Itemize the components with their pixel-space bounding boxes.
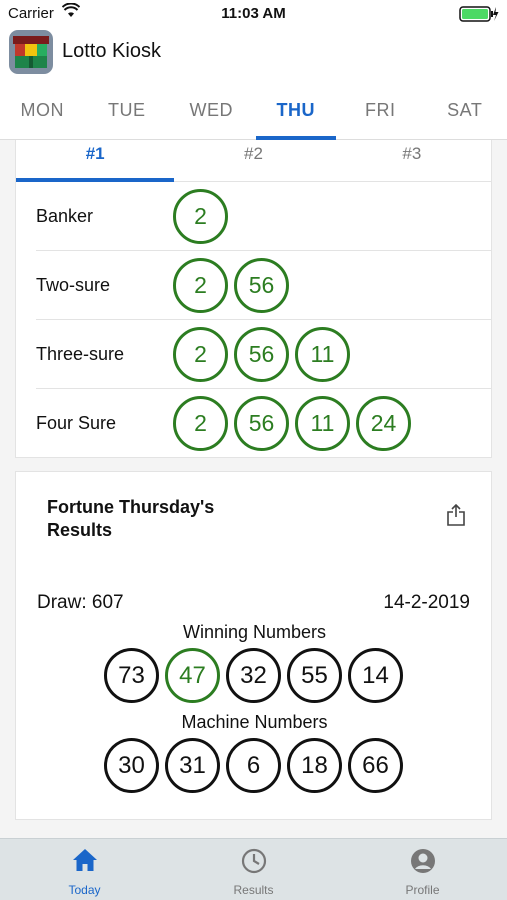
number-ball: 56	[234, 326, 289, 382]
machine-numbers-label: Machine Numbers	[181, 712, 328, 732]
number-ball: 2	[173, 396, 228, 451]
winning-numbers-label: Winning Numbers	[182, 622, 327, 642]
number-ball: 18	[287, 738, 342, 793]
status-time: 11:03 AM	[221, 5, 286, 22]
number-ball: 56	[234, 257, 289, 313]
prediction-label: Four Sure	[36, 413, 117, 433]
battery-icon	[459, 6, 499, 22]
nav-results-label: Results	[233, 883, 274, 897]
tab-sat[interactable]: SAT	[423, 76, 507, 139]
prediction-label: Three-sure	[36, 343, 125, 364]
tab-mon[interactable]: MON	[0, 76, 85, 139]
results-title: Fortune Thursday's Results	[47, 497, 215, 540]
subtab-1[interactable]: #1	[16, 140, 175, 182]
nav-results[interactable]: Results	[169, 839, 338, 900]
tab-wed[interactable]: WED	[169, 76, 254, 139]
bottom-nav: Today Results Profile	[0, 838, 507, 900]
prediction-row-four-sure: Four Sure 2 56 11 24	[36, 389, 491, 458]
number-ball: 30	[104, 738, 159, 793]
tab-tue[interactable]: TUE	[85, 76, 170, 139]
number-ball: 55	[287, 648, 342, 703]
number-ball: 11	[295, 396, 350, 451]
subtab-3[interactable]: #3	[333, 140, 491, 181]
number-ball-highlighted: 47	[165, 648, 220, 703]
number-ball: 56	[234, 396, 289, 451]
prediction-label: Banker	[36, 205, 94, 226]
nav-profile-label: Profile	[405, 883, 440, 897]
number-ball: 73	[104, 648, 159, 703]
app-header: Lotto Kiosk	[0, 28, 507, 76]
app-title: Lotto Kiosk	[62, 40, 161, 62]
results-card: Fortune Thursday's Results Draw: 607 14-…	[15, 471, 492, 820]
tab-thu[interactable]: THU	[254, 76, 339, 140]
winning-numbers: 73 47 32 55 14	[104, 648, 403, 703]
number-ball: 14	[348, 648, 403, 703]
prediction-row-two-sure: Two-sure 2 56	[36, 251, 491, 320]
clock-icon	[241, 848, 266, 874]
prediction-row-three-sure: Three-sure 2 56 11	[36, 320, 491, 389]
number-ball: 32	[226, 648, 281, 703]
day-tabs: MON TUE WED THU FRI SAT	[0, 76, 507, 140]
app-logo	[9, 30, 53, 74]
number-ball: 31	[165, 738, 220, 793]
nav-profile[interactable]: Profile	[338, 839, 507, 900]
nav-today-label: Today	[68, 883, 101, 897]
profile-icon	[410, 849, 435, 873]
number-ball: 66	[348, 738, 403, 793]
prediction-subtabs: #1 #2 #3	[16, 140, 491, 182]
home-icon	[72, 849, 97, 871]
predictions-card: #1 #2 #3 Banker 2 Two-sure 2 56 Three-su…	[15, 140, 492, 458]
number-ball: 6	[226, 738, 281, 793]
prediction-label: Two-sure	[36, 274, 111, 295]
number-ball: 2	[173, 257, 228, 313]
status-bar: Carrier 11:03 AM	[0, 0, 507, 28]
machine-numbers: 30 31 6 18 66	[104, 738, 403, 793]
tab-fri[interactable]: FRI	[338, 76, 423, 139]
number-ball: 24	[356, 396, 411, 451]
number-ball: 2	[173, 326, 228, 382]
share-icon[interactable]	[447, 504, 465, 526]
prediction-row-banker: Banker 2	[36, 182, 491, 251]
number-ball: 2	[173, 188, 228, 244]
nav-today[interactable]: Today	[0, 839, 169, 900]
number-ball: 11	[295, 326, 350, 382]
draw-date: 14-2-2019	[383, 592, 470, 613]
draw-number: Draw: 607	[37, 592, 124, 613]
subtab-2[interactable]: #2	[174, 140, 332, 181]
